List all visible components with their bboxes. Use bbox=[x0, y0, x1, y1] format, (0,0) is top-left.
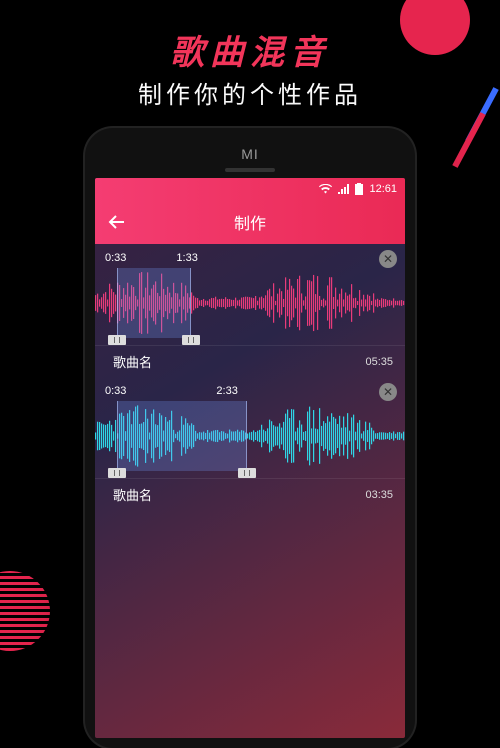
track-footer: 歌曲名 03:35 bbox=[95, 479, 405, 508]
selection-range[interactable] bbox=[117, 268, 191, 338]
selection-handle-end[interactable] bbox=[238, 468, 256, 478]
remove-track-button[interactable]: ✕ bbox=[379, 383, 397, 401]
selection-end-time: 2:33 bbox=[216, 385, 237, 397]
status-time: 12:61 bbox=[369, 183, 397, 195]
track: 0:33 2:33 ✕ 歌曲名 03:35 bbox=[95, 383, 405, 508]
track-time-labels: 0:33 1:33 bbox=[95, 250, 405, 266]
song-duration: 03:35 bbox=[365, 489, 393, 501]
waveform[interactable] bbox=[95, 401, 405, 479]
selection-start-time: 0:33 bbox=[105, 252, 126, 264]
battery-icon bbox=[355, 183, 363, 195]
track-time-labels: 0:33 2:33 bbox=[95, 383, 405, 399]
deco-bar-red bbox=[452, 112, 485, 168]
selection-handle-start[interactable] bbox=[108, 468, 126, 478]
waveform[interactable] bbox=[95, 268, 405, 346]
selection-handle-end[interactable] bbox=[182, 335, 200, 345]
signal-icon bbox=[338, 184, 349, 194]
screen: 12:61 制作 0:33 1:33 ✕ bbox=[95, 178, 405, 738]
selection-handle-start[interactable] bbox=[108, 335, 126, 345]
promo-title: 歌曲混音 bbox=[0, 25, 500, 74]
song-duration: 05:35 bbox=[365, 356, 393, 368]
track-footer: 歌曲名 05:35 bbox=[95, 346, 405, 375]
song-name: 歌曲名 bbox=[113, 485, 152, 504]
close-icon: ✕ bbox=[383, 386, 393, 398]
phone-speaker bbox=[225, 168, 275, 172]
close-icon: ✕ bbox=[383, 253, 393, 265]
arrow-left-icon bbox=[108, 213, 126, 231]
wifi-icon bbox=[319, 184, 332, 194]
song-name: 歌曲名 bbox=[113, 352, 152, 371]
appbar-title: 制作 bbox=[95, 210, 405, 234]
app-bar: 制作 bbox=[95, 200, 405, 244]
remove-track-button[interactable]: ✕ bbox=[379, 250, 397, 268]
promo-subtitle: 制作你的个性作品 bbox=[0, 75, 500, 110]
phone-frame: MI 12:61 制作 bbox=[85, 128, 415, 748]
status-bar: 12:61 bbox=[95, 178, 405, 200]
selection-end-time: 1:33 bbox=[176, 252, 197, 264]
selection-start-time: 0:33 bbox=[105, 385, 126, 397]
phone-brand-logo: MI bbox=[241, 146, 259, 162]
deco-circle-bottom-left bbox=[0, 571, 50, 651]
back-button[interactable] bbox=[95, 200, 139, 244]
track-list: 0:33 1:33 ✕ 歌曲名 05:35 bbox=[95, 244, 405, 508]
track: 0:33 1:33 ✕ 歌曲名 05:35 bbox=[95, 250, 405, 375]
selection-range[interactable] bbox=[117, 401, 247, 471]
